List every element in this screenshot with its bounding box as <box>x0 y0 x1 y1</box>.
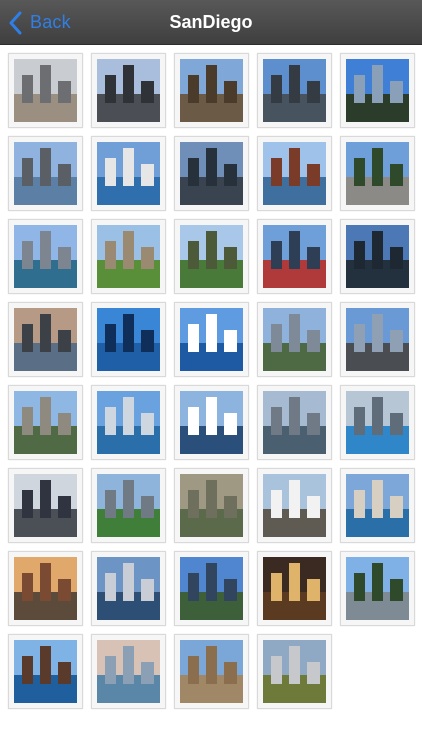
photo-thumbnail[interactable] <box>91 219 166 294</box>
photo-thumbnail[interactable] <box>8 302 83 377</box>
photo-image <box>180 557 243 620</box>
photo-image <box>97 308 160 371</box>
photo-thumbnail[interactable] <box>257 634 332 709</box>
photo-thumbnail[interactable] <box>174 468 249 543</box>
photo-thumbnail[interactable] <box>174 385 249 460</box>
photo-thumbnail[interactable] <box>340 551 415 626</box>
photo-image <box>346 474 409 537</box>
photo-image <box>180 474 243 537</box>
photo-image <box>263 225 326 288</box>
back-label: Back <box>30 12 71 32</box>
photo-thumbnail[interactable] <box>8 53 83 128</box>
photo-thumbnail[interactable] <box>340 219 415 294</box>
photo-image <box>346 225 409 288</box>
photo-image <box>97 142 160 205</box>
photo-thumbnail[interactable] <box>174 551 249 626</box>
photo-thumbnail[interactable] <box>340 302 415 377</box>
photo-thumbnail[interactable] <box>257 219 332 294</box>
photo-thumbnail[interactable] <box>91 468 166 543</box>
photo-thumbnail[interactable] <box>8 468 83 543</box>
back-button[interactable]: Back <box>8 0 71 45</box>
photo-image <box>14 225 77 288</box>
photo-image <box>346 557 409 620</box>
photo-thumbnail[interactable] <box>340 53 415 128</box>
photo-thumbnail[interactable] <box>91 302 166 377</box>
photo-image <box>346 142 409 205</box>
navigation-bar: Back SanDiego <box>0 0 422 45</box>
photo-thumbnail[interactable] <box>8 136 83 211</box>
photo-thumbnail[interactable] <box>91 385 166 460</box>
photo-image <box>263 474 326 537</box>
photo-image <box>180 225 243 288</box>
chevron-left-icon <box>9 11 22 34</box>
photo-image <box>97 225 160 288</box>
photo-image <box>97 640 160 703</box>
photo-image <box>14 308 77 371</box>
photo-image <box>263 142 326 205</box>
photo-image <box>346 391 409 454</box>
photo-image <box>180 308 243 371</box>
photo-image <box>14 142 77 205</box>
photo-thumbnail[interactable] <box>174 634 249 709</box>
photo-thumbnail[interactable] <box>340 136 415 211</box>
photo-image <box>263 557 326 620</box>
photo-image <box>263 59 326 122</box>
photo-thumbnail[interactable] <box>257 551 332 626</box>
photo-thumbnail[interactable] <box>174 53 249 128</box>
photo-thumbnail[interactable] <box>91 551 166 626</box>
photo-thumbnail[interactable] <box>257 385 332 460</box>
photo-thumbnail[interactable] <box>8 634 83 709</box>
photo-image <box>97 557 160 620</box>
photo-image <box>14 59 77 122</box>
photo-thumbnail[interactable] <box>91 634 166 709</box>
photo-image <box>97 474 160 537</box>
photo-image <box>180 142 243 205</box>
photo-image <box>14 557 77 620</box>
photo-image <box>14 640 77 703</box>
photo-thumbnail[interactable] <box>91 136 166 211</box>
photo-thumbnail[interactable] <box>257 53 332 128</box>
photo-image <box>14 474 77 537</box>
photo-thumbnail[interactable] <box>257 468 332 543</box>
photo-image <box>97 59 160 122</box>
photo-image <box>263 640 326 703</box>
photo-image <box>14 391 77 454</box>
photo-thumbnail[interactable] <box>257 136 332 211</box>
photo-image <box>263 308 326 371</box>
photo-image <box>180 640 243 703</box>
photo-image <box>346 308 409 371</box>
photo-image <box>180 59 243 122</box>
photo-thumbnail[interactable] <box>257 302 332 377</box>
photo-thumbnail[interactable] <box>8 385 83 460</box>
photo-thumbnail[interactable] <box>8 551 83 626</box>
photo-thumbnail[interactable] <box>174 302 249 377</box>
photo-image <box>180 391 243 454</box>
photo-thumbnail[interactable] <box>174 136 249 211</box>
photo-thumbnail[interactable] <box>340 468 415 543</box>
photo-thumbnail[interactable] <box>174 219 249 294</box>
photo-thumbnail[interactable] <box>91 53 166 128</box>
photo-image <box>97 391 160 454</box>
photo-image <box>263 391 326 454</box>
photo-image <box>346 59 409 122</box>
photo-thumbnail[interactable] <box>340 385 415 460</box>
photo-thumbnail[interactable] <box>8 219 83 294</box>
